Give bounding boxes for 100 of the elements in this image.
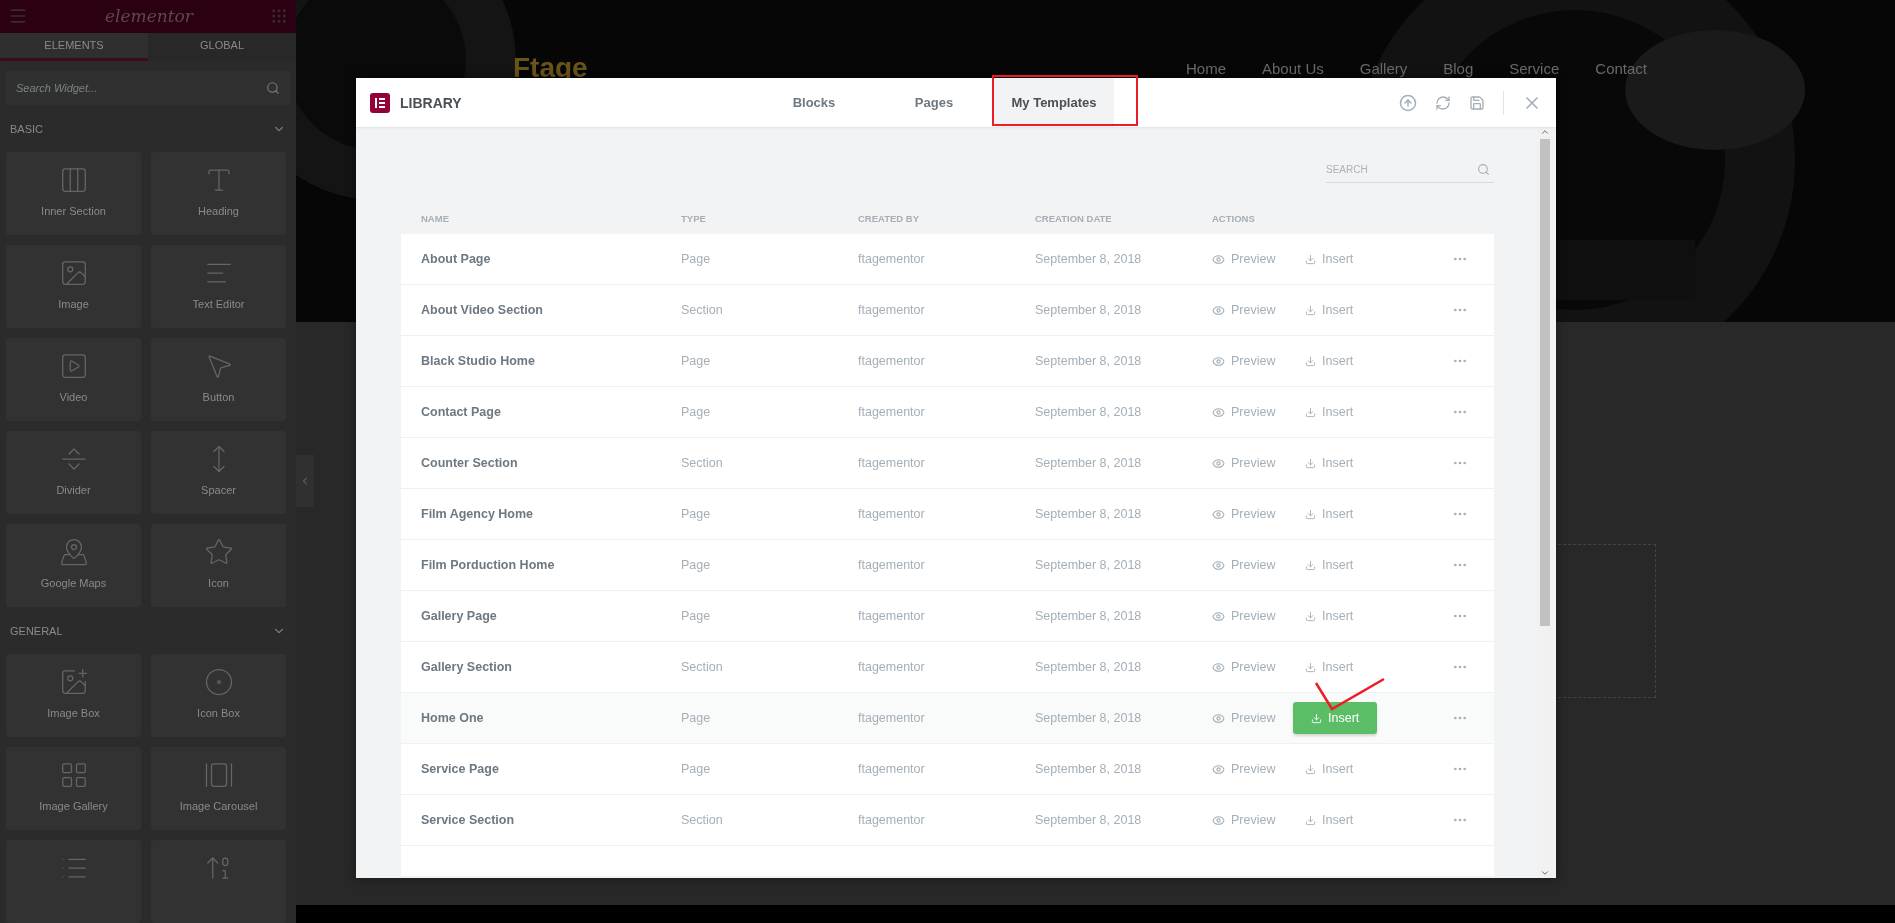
preview-button[interactable]: Preview [1212,753,1276,785]
search-field[interactable]: Search Widget... [6,71,290,106]
template-type: Section [681,456,724,470]
template-row[interactable]: About Page Page ftagementor September 8, 2018 Preview Insert [401,234,1494,285]
template-row[interactable]: Film Agency Home Page ftagementor September 8, 2018 Preview Insert [401,489,1494,540]
upload-icon[interactable] [1399,93,1417,112]
template-date: September 8, 2018 [1035,354,1143,368]
template-row[interactable]: Contact Page Page ftagementor September 8, 2018 Preview Insert [401,387,1494,438]
preview-button[interactable]: Preview [1212,447,1276,479]
preview-button[interactable]: Preview [1212,549,1276,581]
library-tab[interactable]: My Templates [994,78,1114,127]
widget-label: Inner Section [41,205,106,218]
widget-label: Image Carousel [179,800,258,812]
template-row[interactable]: Counter Section Section ftagementor September 8, 2018 Preview Insert [401,438,1494,489]
column-header: CREATION DATE [1035,213,1113,224]
template-author: ftagementor [858,609,926,623]
nav-link[interactable]: Contact [1595,59,1647,77]
library-tab[interactable]: Blocks [754,78,874,127]
widget-card[interactable]: Spacer [151,431,286,515]
insert-button[interactable]: Insert [1305,294,1354,326]
widget-card[interactable]: Video [6,338,141,422]
collapse-toggle[interactable] [296,455,314,507]
template-row[interactable]: Film Porduction Home Page ftagementor September 8, 2018 Preview Insert [401,540,1494,591]
insert-button[interactable]: Insert [1293,702,1378,734]
scrollbar[interactable] [1537,127,1553,878]
column-header: CREATED BY [858,213,921,224]
insert-button[interactable]: Insert [1305,600,1354,632]
nav-link[interactable]: Blog [1443,59,1474,77]
nav-link[interactable]: Service [1509,59,1560,77]
apps-grid-icon[interactable] [270,7,288,26]
insert-button[interactable]: Insert [1305,498,1354,530]
preview-button[interactable]: Preview [1212,804,1276,836]
widget-card[interactable]: Text Editor [151,245,286,329]
sync-icon[interactable] [1435,94,1451,111]
widget-card[interactable]: Image Carousel [151,747,286,830]
template-name: Gallery Page [421,609,498,623]
insert-button[interactable]: Insert [1305,396,1354,428]
insert-button[interactable]: Insert [1305,753,1354,785]
eye-icon [1212,762,1225,776]
template-row[interactable]: Home One Page ftagementor September 8, 2018 Preview Insert [401,693,1494,744]
template-name: Film Agency Home [421,507,535,521]
insert-button[interactable]: Insert [1305,651,1354,683]
widget-card[interactable]: Divider [6,431,141,515]
widget-card[interactable]: Inner Section [6,152,141,236]
save-icon[interactable] [1469,94,1485,111]
preview-button[interactable]: Preview [1212,243,1276,275]
search-field[interactable]: SEARCH [1326,157,1494,183]
widget-card[interactable]: Icon Box [151,654,286,737]
insert-button[interactable]: Insert [1305,243,1354,275]
template-row[interactable]: Gallery Page Page ftagementor September 8, 2018 Preview Insert [401,591,1494,642]
scroll-down-icon[interactable] [1540,868,1550,878]
widget-card[interactable]: Image [6,245,141,329]
template-row[interactable]: Service Section Section ftagementor September 8, 2018 Preview Insert [401,795,1494,846]
template-name: Contact Page [421,405,502,419]
preview-button[interactable]: Preview [1212,651,1276,683]
download-icon [1305,610,1316,622]
map-pin-icon [58,537,89,568]
template-author: ftagementor [858,252,926,266]
widget-label: Icon [208,577,229,590]
preview-button[interactable]: Preview [1212,345,1276,377]
library-tab[interactable]: Pages [874,78,994,127]
eye-icon [1212,507,1225,521]
preview-button[interactable]: Preview [1212,498,1276,530]
widget-card[interactable]: Heading [151,152,286,236]
eye-icon [1212,252,1225,266]
template-type: Section [681,660,724,674]
widget-card[interactable]: Image Box [6,654,141,737]
template-row[interactable]: Black Studio Home Page ftagementor September 8, 2018 Preview Insert [401,336,1494,387]
eye-icon [1212,711,1225,725]
widget-card[interactable]: Icon [151,524,286,608]
dialog-title: LIBRARY [400,94,462,111]
insert-button[interactable]: Insert [1305,447,1354,479]
nav-link[interactable]: Home [1186,59,1226,77]
template-name: About Video Section [421,303,544,317]
widget-label: Button [202,391,235,404]
preview-button[interactable]: Preview [1212,702,1276,734]
widget-card[interactable]: Google Maps [6,524,141,608]
column-header: ACTIONS [1212,213,1256,224]
template-row[interactable]: Service Page Page ftagementor September 8, 2018 Preview Insert [401,744,1494,795]
widget-label: Image Gallery [39,800,108,812]
elementor-logo: elementor [105,6,193,27]
column-header: NAME [421,213,450,224]
widget-card[interactable]: Image Gallery [6,747,141,830]
preview-button[interactable]: Preview [1212,294,1276,326]
download-icon [1305,508,1316,520]
circle-icon [203,667,234,697]
insert-button[interactable]: Insert [1305,345,1354,377]
nav-link[interactable]: About Us [1262,59,1324,77]
insert-button[interactable]: Insert [1305,804,1354,836]
preview-button[interactable]: Preview [1212,396,1276,428]
panel-tab[interactable]: GLOBAL [148,32,296,62]
scroll-up-icon[interactable] [1540,127,1550,137]
nav-link[interactable]: Gallery [1359,59,1408,77]
insert-button[interactable]: Insert [1305,549,1354,581]
template-row[interactable]: Gallery Section Section ftagementor September 8, 2018 Preview Insert [401,642,1494,693]
search-icon [1477,163,1490,176]
eye-icon [1212,456,1225,470]
preview-button[interactable]: Preview [1212,600,1276,632]
template-row[interactable]: About Video Section Section ftagementor September 8, 2018 Preview Insert [401,285,1494,336]
widget-card[interactable]: Button [151,338,286,422]
